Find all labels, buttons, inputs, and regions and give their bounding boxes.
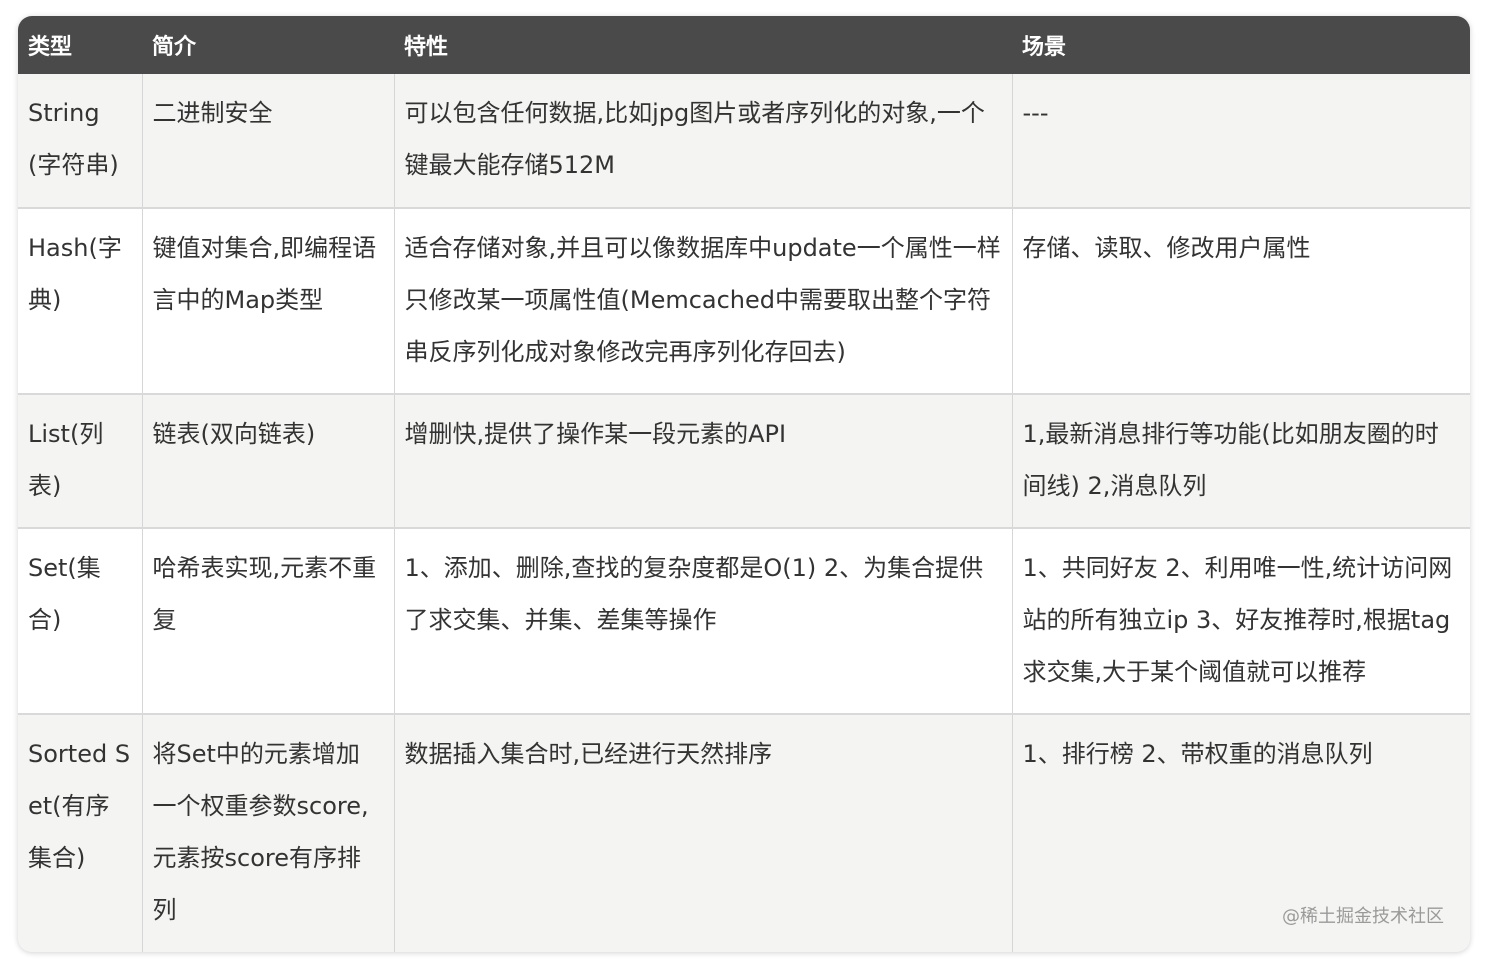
table-row: Set(集合) 哈希表实现,元素不重复 1、添加、删除,查找的复杂度都是O(1)… xyxy=(18,528,1470,715)
header-scenarios: 场景 xyxy=(1022,35,1067,60)
cell-features: 适合存储对象,并且可以像数据库中update一个属性一样只修改某一项属性值(Me… xyxy=(394,208,1013,395)
cell-type: Hash(字典) xyxy=(18,208,143,395)
table-card: 类型 简介 特性 场景 String(字符串) 二进制安全 可以包含任何数据,比… xyxy=(18,16,1470,952)
cell-intro: 键值对集合,即编程语言中的Map类型 xyxy=(142,208,395,395)
cell-features: 可以包含任何数据,比如jpg图片或者序列化的对象,一个键最大能存储512M xyxy=(394,74,1013,209)
cell-scenarios: 存储、读取、修改用户属性 xyxy=(1012,208,1470,395)
cell-type: Set(集合) xyxy=(18,528,143,715)
header-type: 类型 xyxy=(28,35,73,60)
cell-intro: 链表(双向链表) xyxy=(142,394,395,529)
table-row: Sorted Set(有序集合) 将Set中的元素增加一个权重参数score,元… xyxy=(18,714,1470,952)
cell-scenarios: 1、共同好友 2、利用唯一性,统计访问网站的所有独立ip 3、好友推荐时,根据t… xyxy=(1012,528,1470,715)
cell-features: 数据插入集合时,已经进行天然排序 xyxy=(394,714,1013,952)
cell-intro: 二进制安全 xyxy=(142,74,395,209)
cell-scenarios: --- xyxy=(1012,74,1470,209)
watermark: @稀土掘金技术社区 xyxy=(1282,906,1444,927)
cell-type: Sorted Set(有序集合) xyxy=(18,714,143,952)
header-features: 特性 xyxy=(404,35,449,60)
cell-scenarios: 1,最新消息排行等功能(比如朋友圈的时间线) 2,消息队列 xyxy=(1012,394,1470,529)
table-row: List(列表) 链表(双向链表) 增删快,提供了操作某一段元素的API 1,最… xyxy=(18,394,1470,529)
cell-features: 1、添加、删除,查找的复杂度都是O(1) 2、为集合提供了求交集、并集、差集等操… xyxy=(394,528,1013,715)
cell-features: 增删快,提供了操作某一段元素的API xyxy=(394,394,1013,529)
cell-intro: 将Set中的元素增加一个权重参数score,元素按score有序排列 xyxy=(142,714,395,952)
table-header-row: 类型 简介 特性 场景 xyxy=(18,16,1470,74)
cell-type: String(字符串) xyxy=(18,74,143,209)
header-intro: 简介 xyxy=(152,35,197,60)
cell-type: List(列表) xyxy=(18,394,143,529)
table-row: String(字符串) 二进制安全 可以包含任何数据,比如jpg图片或者序列化的… xyxy=(18,74,1470,209)
table-row: Hash(字典) 键值对集合,即编程语言中的Map类型 适合存储对象,并且可以像… xyxy=(18,208,1470,395)
redis-types-table: 类型 简介 特性 场景 String(字符串) 二进制安全 可以包含任何数据,比… xyxy=(18,16,1470,952)
cell-intro: 哈希表实现,元素不重复 xyxy=(142,528,395,715)
